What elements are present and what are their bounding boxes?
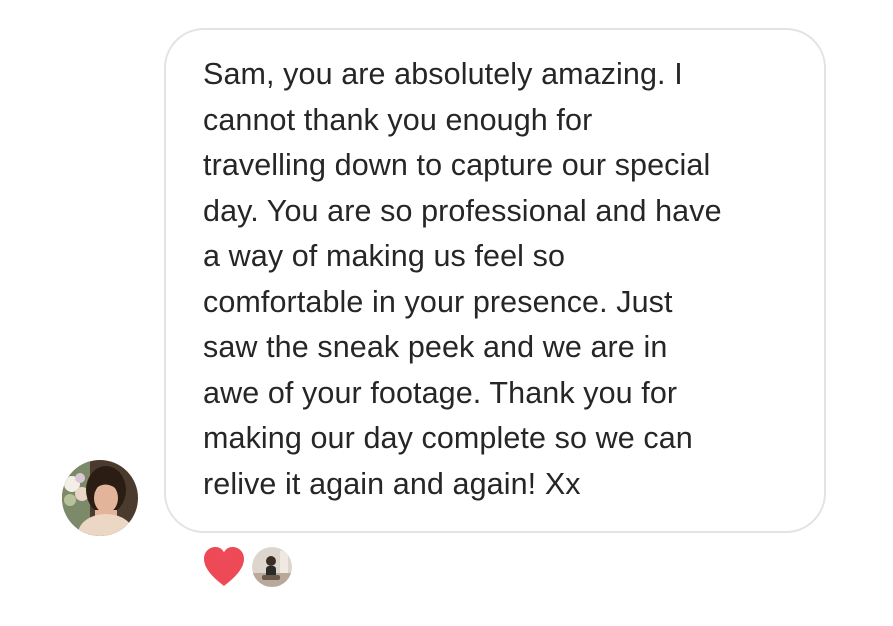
message-line: making our day complete so we can (203, 421, 693, 455)
message-line: saw the sneak peek and we are in (203, 330, 668, 364)
message-bubble[interactable]: Sam, you are absolutely amazing. I canno… (164, 28, 826, 533)
message-text: Sam, you are absolutely amazing. I canno… (203, 52, 803, 507)
sender-avatar[interactable] (62, 460, 138, 536)
message-line: relive it again and again! Xx (203, 466, 581, 501)
message-thread: Sam, you are absolutely amazing. I canno… (0, 0, 893, 626)
heart-icon[interactable] (200, 544, 248, 590)
message-line: Sam, you are absolutely amazing. I (203, 57, 683, 91)
message-line: day. You are so professional and have (203, 193, 722, 228)
profile-photo-icon (62, 460, 138, 536)
message-line: cannot thank you enough for (203, 102, 593, 137)
message-line: awe of your footage. Thank you for (203, 375, 678, 410)
message-line: comfortable in your presence. Just (203, 284, 673, 319)
reactor-profile-photo-icon (252, 547, 292, 587)
message-line: travelling down to capture our special (203, 148, 711, 182)
reactions-bar[interactable] (200, 544, 294, 590)
message-line: a way of making us feel so (203, 239, 566, 273)
reactor-avatar[interactable] (250, 545, 294, 589)
